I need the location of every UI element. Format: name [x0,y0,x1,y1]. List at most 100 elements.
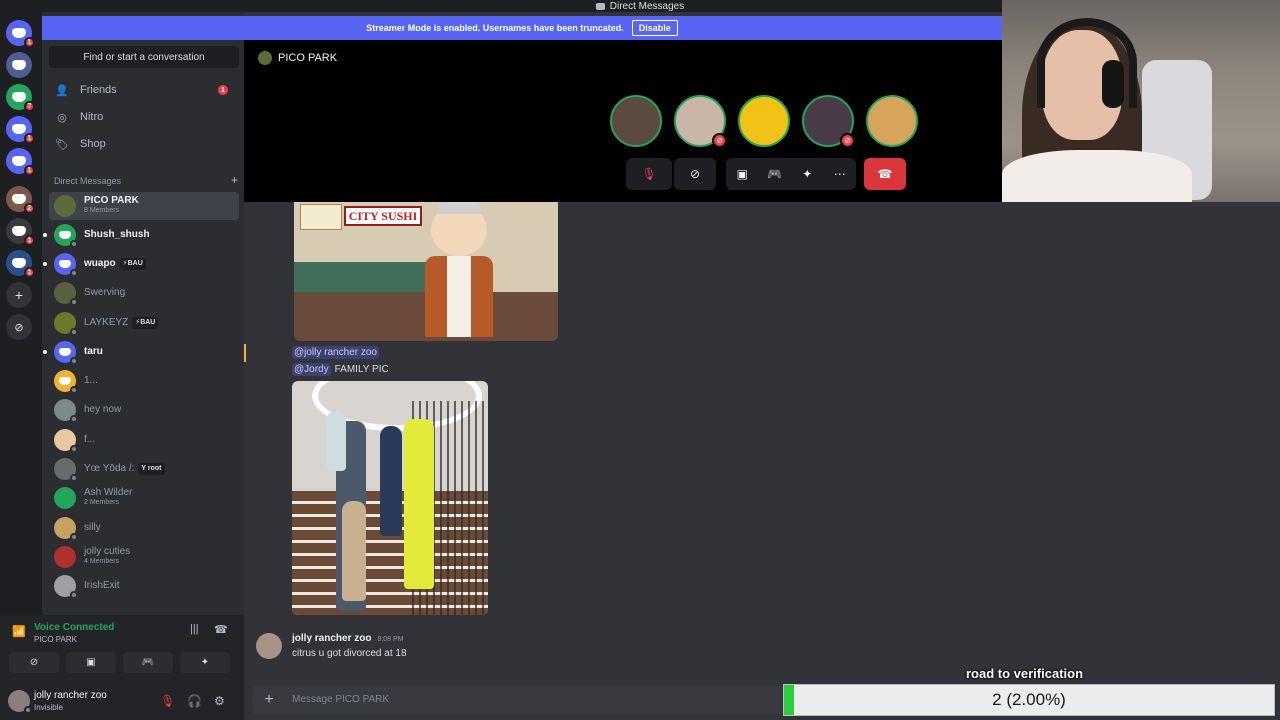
unread-badge: 2 [24,203,35,214]
unread-badge: 1 [24,133,35,144]
person-figure [404,419,434,589]
streamer-body [1002,150,1192,202]
mic-control[interactable]: 🎙 [626,158,672,190]
participant-avatar[interactable] [610,95,662,147]
muted-icon: ⊘ [840,133,855,148]
dm-item[interactable]: Shush_shush [43,221,239,249]
dm-item[interactable]: Swerving [49,279,239,307]
message-input[interactable]: Message PICO PARK [292,694,389,705]
username[interactable]: jolly rancher zoo [34,690,107,701]
server-icon[interactable]: 1 [6,20,35,48]
dm-item[interactable]: PICO PARK 8 Members [49,192,239,220]
mic-muted-icon[interactable]: 🎙 [635,160,663,188]
server-icon[interactable]: 1 [6,250,35,278]
image-sign: CITY SUSHI [344,206,422,226]
explore-servers-icon[interactable]: ⊘ [6,314,32,340]
avatar[interactable] [8,690,32,714]
dm-item[interactable]: f... [49,426,239,454]
message-author[interactable]: jolly rancher zoo [292,633,371,644]
dm-item[interactable]: LAYKEYZ ⚡BAU [49,309,239,337]
window-title: Direct Messages [609,0,685,12]
leave-call-button[interactable]: ☎ [864,158,906,190]
search-input[interactable]: Find or start a conversation [49,46,239,68]
person-figure [380,426,402,536]
gear-icon[interactable]: ⚙ [214,694,225,708]
participant-avatar[interactable]: ⊘ [674,95,727,148]
server-icon[interactable]: 1 [6,218,35,246]
dm-item[interactable]: Yœ Yōda /: Y root [49,455,239,483]
dm-item[interactable]: Ash Wilder 2 Members [49,484,239,512]
dm-name-row: wuapo ⚡BAU [84,258,146,270]
dm-item[interactable]: silly [49,514,239,542]
camera-off-button[interactable]: ⊘ [9,652,59,673]
soundboard-icon[interactable]: ✦ [793,160,821,188]
dm-name: Ash Wilder [84,487,133,498]
participant-avatar[interactable]: ⊘ [802,95,855,148]
avatar [54,575,78,599]
discord-logo-icon [12,156,26,166]
avatar [54,195,76,217]
user-mention[interactable]: @jolly rancher zoo [292,346,379,359]
dm-section-header: Direct Messages + [54,174,238,186]
sidebar-item-nitro[interactable]: ◎ Nitro [50,105,238,129]
add-server-icon[interactable]: + [6,282,32,308]
attachment-image-family[interactable] [292,381,488,615]
dm-item[interactable]: taru [43,338,239,366]
dm-text: f... [84,435,95,445]
status-dot [70,240,78,248]
sidebar-item-shop[interactable]: 🏷 Shop [50,132,238,156]
more-icon[interactable]: ⋯ [826,160,854,188]
camera-control[interactable]: ⊘ [674,158,716,190]
dm-name: hey now [84,404,122,415]
disable-streamer-button[interactable]: Disable [631,20,678,36]
dm-item[interactable]: 1... [49,367,239,395]
soundboard-button[interactable]: ✦ [180,652,230,673]
server-icon[interactable] [6,52,32,78]
dm-name: Yœ Yōda /: [84,463,135,474]
dm-name: Shush_shush [84,229,150,240]
participant-avatar[interactable] [738,95,790,147]
call-header: PICO PARK [258,51,337,65]
discord-logo-icon [12,226,26,236]
server-icon[interactable]: 2 [6,186,35,214]
sidebar-item-friends[interactable]: 👤 Friends 1 [50,78,238,102]
mention-highlight-row: @jolly rancher zoo [244,344,1280,362]
status-dot [70,415,78,423]
server-icon[interactable]: 7 [6,84,35,112]
avatar [54,282,78,306]
dm-name-row: 1... [84,376,98,386]
unread-dot [43,350,47,354]
participant-avatar[interactable] [866,95,918,147]
dm-item[interactable]: jolly cuties 4 Members [49,543,239,571]
signal-icon[interactable]: 📶 [12,625,26,638]
dm-item[interactable]: hey now [49,396,239,424]
dm-name: LAYKEYZ [84,317,129,328]
headphones-icon[interactable]: 🎧 [187,694,202,708]
noise-suppression-icon[interactable]: ||| [190,623,199,635]
attach-plus-icon[interactable]: + [262,691,276,709]
voice-status[interactable]: Voice Connected [34,622,114,633]
screen-share-button[interactable]: ▣ [66,652,116,673]
message-text: citrus u got divorced at 18 [292,648,407,659]
message-timestamp: 8:08 PM [377,636,404,643]
activity-button[interactable]: 🎮 [123,652,173,673]
voice-channel[interactable]: PICO PARK [34,635,77,644]
screen-share-icon[interactable]: ▣ [728,160,756,188]
dm-name: silly [84,522,101,533]
discord-logo-icon [12,194,26,204]
mic-muted-icon[interactable]: 🎙 [160,694,175,708]
server-icon[interactable]: 1 [6,116,35,144]
gamepad-icon[interactable]: 🎮 [761,160,789,188]
dm-item[interactable]: wuapo ⚡BAU [43,250,239,278]
disconnect-icon[interactable]: ☎ [214,623,228,636]
attachment-image-city-sushi[interactable]: CITY SUSHI [294,202,558,341]
unread-badge: 1 [24,37,35,48]
camera-off-icon[interactable]: ⊘ [681,160,709,188]
user-mention[interactable]: @Jordy [292,363,331,376]
server-icon[interactable]: 1 [6,148,35,176]
avatar[interactable] [256,633,282,659]
create-dm-plus-icon[interactable]: + [231,174,238,186]
dm-name: Swerving [84,287,126,298]
dm-item[interactable]: IrishExit [49,572,239,600]
dm-text: Ash Wilder 2 Members [84,488,132,508]
